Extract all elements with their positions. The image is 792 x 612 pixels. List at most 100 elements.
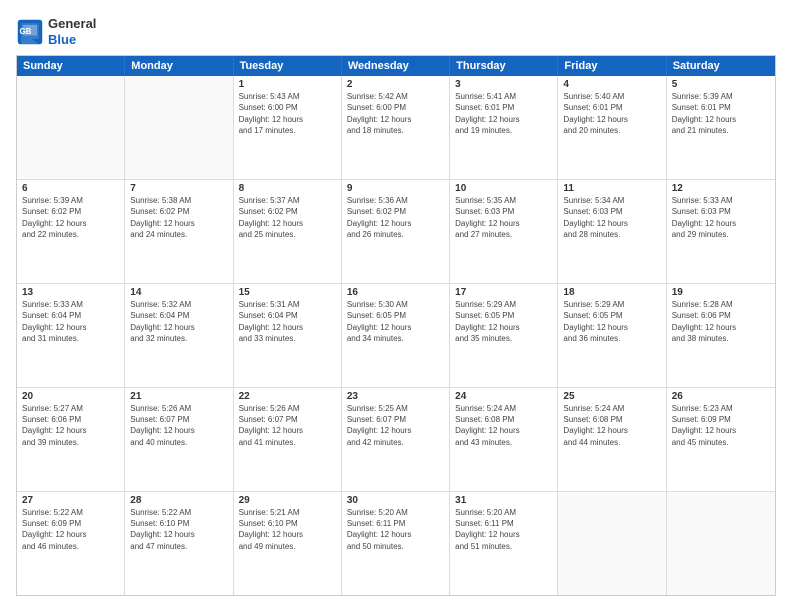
day-number: 9 [347, 183, 444, 194]
cell-info-line: Sunrise: 5:35 AM [455, 195, 552, 206]
cell-info-line: and 27 minutes. [455, 229, 552, 240]
calendar-cell: 4Sunrise: 5:40 AMSunset: 6:01 PMDaylight… [558, 76, 666, 179]
calendar-cell: 9Sunrise: 5:36 AMSunset: 6:02 PMDaylight… [342, 180, 450, 283]
calendar-cell: 2Sunrise: 5:42 AMSunset: 6:00 PMDaylight… [342, 76, 450, 179]
cell-info-line: Sunset: 6:01 PM [455, 102, 552, 113]
cell-info-line: Sunrise: 5:38 AM [130, 195, 227, 206]
header-day-tuesday: Tuesday [234, 56, 342, 76]
calendar-cell: 11Sunrise: 5:34 AMSunset: 6:03 PMDayligh… [558, 180, 666, 283]
header-day-thursday: Thursday [450, 56, 558, 76]
calendar-cell: 14Sunrise: 5:32 AMSunset: 6:04 PMDayligh… [125, 284, 233, 387]
day-number: 8 [239, 183, 336, 194]
calendar-cell: 27Sunrise: 5:22 AMSunset: 6:09 PMDayligh… [17, 492, 125, 595]
cell-info-line: and 17 minutes. [239, 125, 336, 136]
cell-info-line: and 50 minutes. [347, 541, 444, 552]
cell-info-line: Sunset: 6:06 PM [22, 414, 119, 425]
day-number: 21 [130, 391, 227, 402]
cell-info-line: Daylight: 12 hours [455, 529, 552, 540]
cell-info-line: and 18 minutes. [347, 125, 444, 136]
cell-info-line: Daylight: 12 hours [239, 114, 336, 125]
cell-info-line: and 46 minutes. [22, 541, 119, 552]
cell-info-line: Sunrise: 5:27 AM [22, 403, 119, 414]
calendar-cell: 30Sunrise: 5:20 AMSunset: 6:11 PMDayligh… [342, 492, 450, 595]
calendar-cell: 13Sunrise: 5:33 AMSunset: 6:04 PMDayligh… [17, 284, 125, 387]
cell-info-line: and 33 minutes. [239, 333, 336, 344]
cell-info-line: Sunset: 6:04 PM [130, 310, 227, 321]
calendar-cell: 21Sunrise: 5:26 AMSunset: 6:07 PMDayligh… [125, 388, 233, 491]
calendar-cell: 19Sunrise: 5:28 AMSunset: 6:06 PMDayligh… [667, 284, 775, 387]
calendar-cell: 25Sunrise: 5:24 AMSunset: 6:08 PMDayligh… [558, 388, 666, 491]
calendar-cell [17, 76, 125, 179]
header: GB General Blue [16, 16, 776, 47]
cell-info-line: Sunset: 6:00 PM [239, 102, 336, 113]
cell-info-line: Sunset: 6:07 PM [239, 414, 336, 425]
calendar-cell: 26Sunrise: 5:23 AMSunset: 6:09 PMDayligh… [667, 388, 775, 491]
calendar-cell [558, 492, 666, 595]
calendar-cell: 10Sunrise: 5:35 AMSunset: 6:03 PMDayligh… [450, 180, 558, 283]
header-day-saturday: Saturday [667, 56, 775, 76]
calendar-cell [125, 76, 233, 179]
cell-info-line: Sunrise: 5:26 AM [130, 403, 227, 414]
cell-info-line: and 40 minutes. [130, 437, 227, 448]
cell-info-line: and 38 minutes. [672, 333, 770, 344]
cell-info-line: Sunrise: 5:42 AM [347, 91, 444, 102]
cell-info-line: Sunrise: 5:40 AM [563, 91, 660, 102]
day-number: 12 [672, 183, 770, 194]
cell-info-line: Sunset: 6:01 PM [563, 102, 660, 113]
cell-info-line: and 51 minutes. [455, 541, 552, 552]
day-number: 17 [455, 287, 552, 298]
cell-info-line: Sunset: 6:08 PM [455, 414, 552, 425]
cell-info-line: and 28 minutes. [563, 229, 660, 240]
cell-info-line: Daylight: 12 hours [672, 218, 770, 229]
cell-info-line: and 21 minutes. [672, 125, 770, 136]
day-number: 3 [455, 79, 552, 90]
cell-info-line: Sunset: 6:10 PM [130, 518, 227, 529]
cell-info-line: Sunset: 6:06 PM [672, 310, 770, 321]
cell-info-line: and 39 minutes. [22, 437, 119, 448]
calendar-cell: 31Sunrise: 5:20 AMSunset: 6:11 PMDayligh… [450, 492, 558, 595]
calendar-row-3: 20Sunrise: 5:27 AMSunset: 6:06 PMDayligh… [17, 388, 775, 492]
calendar-cell: 17Sunrise: 5:29 AMSunset: 6:05 PMDayligh… [450, 284, 558, 387]
cell-info-line: Daylight: 12 hours [455, 218, 552, 229]
cell-info-line: Daylight: 12 hours [563, 114, 660, 125]
cell-info-line: Daylight: 12 hours [347, 425, 444, 436]
cell-info-line: Sunset: 6:04 PM [239, 310, 336, 321]
day-number: 1 [239, 79, 336, 90]
cell-info-line: Daylight: 12 hours [130, 425, 227, 436]
cell-info-line: and 34 minutes. [347, 333, 444, 344]
day-number: 18 [563, 287, 660, 298]
calendar-cell: 16Sunrise: 5:30 AMSunset: 6:05 PMDayligh… [342, 284, 450, 387]
cell-info-line: and 49 minutes. [239, 541, 336, 552]
cell-info-line: Daylight: 12 hours [347, 218, 444, 229]
cell-info-line: and 22 minutes. [22, 229, 119, 240]
day-number: 30 [347, 495, 444, 506]
day-number: 23 [347, 391, 444, 402]
cell-info-line: Sunrise: 5:25 AM [347, 403, 444, 414]
cell-info-line: Sunset: 6:11 PM [455, 518, 552, 529]
cell-info-line: Sunrise: 5:32 AM [130, 299, 227, 310]
cell-info-line: Daylight: 12 hours [563, 218, 660, 229]
cell-info-line: Sunrise: 5:33 AM [22, 299, 119, 310]
day-number: 15 [239, 287, 336, 298]
cell-info-line: Sunset: 6:02 PM [22, 206, 119, 217]
cell-info-line: and 35 minutes. [455, 333, 552, 344]
cell-info-line: and 19 minutes. [455, 125, 552, 136]
cell-info-line: Sunset: 6:05 PM [347, 310, 444, 321]
cell-info-line: Daylight: 12 hours [563, 425, 660, 436]
calendar-cell: 24Sunrise: 5:24 AMSunset: 6:08 PMDayligh… [450, 388, 558, 491]
cell-info-line: Daylight: 12 hours [130, 218, 227, 229]
cell-info-line: Sunrise: 5:22 AM [130, 507, 227, 518]
cell-info-line: Sunset: 6:05 PM [563, 310, 660, 321]
header-day-friday: Friday [558, 56, 666, 76]
calendar-cell: 22Sunrise: 5:26 AMSunset: 6:07 PMDayligh… [234, 388, 342, 491]
cell-info-line: and 20 minutes. [563, 125, 660, 136]
logo: GB General Blue [16, 16, 96, 47]
day-number: 2 [347, 79, 444, 90]
calendar-cell: 20Sunrise: 5:27 AMSunset: 6:06 PMDayligh… [17, 388, 125, 491]
cell-info-line: Sunrise: 5:24 AM [455, 403, 552, 414]
cell-info-line: Sunset: 6:07 PM [130, 414, 227, 425]
cell-info-line: Daylight: 12 hours [239, 425, 336, 436]
calendar-cell: 12Sunrise: 5:33 AMSunset: 6:03 PMDayligh… [667, 180, 775, 283]
day-number: 29 [239, 495, 336, 506]
cell-info-line: Sunset: 6:10 PM [239, 518, 336, 529]
